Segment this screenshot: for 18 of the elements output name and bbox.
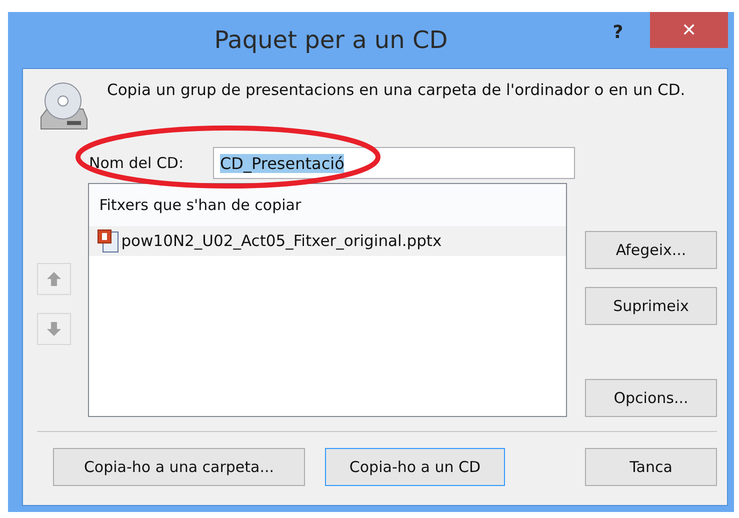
help-button[interactable]: ? bbox=[600, 16, 636, 48]
footer-button[interactable]: Copia-ho a un CD bbox=[325, 448, 505, 486]
close-button[interactable]: ✕ bbox=[650, 12, 728, 48]
cd-name-value: CD_Presentació bbox=[220, 154, 344, 172]
footer-button[interactable]: Copia-ho a una carpeta... bbox=[53, 448, 305, 486]
presentation-file-icon bbox=[97, 229, 120, 253]
file-list-item[interactable]: pow10N2_U02_Act05_Fitxer_original.pptx bbox=[89, 226, 566, 256]
footer-button[interactable]: Tanca bbox=[585, 448, 717, 486]
description-text: Copia un grup de presentacions en una carpeta de l'ordinador o en un CD. bbox=[107, 80, 686, 101]
side-button[interactable]: Suprimeix bbox=[585, 287, 717, 325]
side-button[interactable]: Opcions... bbox=[585, 379, 717, 417]
cd-name-label: Nom del CD: bbox=[89, 154, 185, 172]
window-title: Paquet per a un CD bbox=[213, 26, 449, 54]
list-header: Fitxers que s'han de copiar bbox=[89, 184, 566, 226]
arrow-down-icon bbox=[45, 320, 63, 338]
side-button[interactable]: Afegeix... bbox=[585, 231, 717, 269]
arrow-up-icon bbox=[45, 270, 63, 288]
cd-name-field[interactable]: CD_Presentació bbox=[213, 147, 575, 179]
